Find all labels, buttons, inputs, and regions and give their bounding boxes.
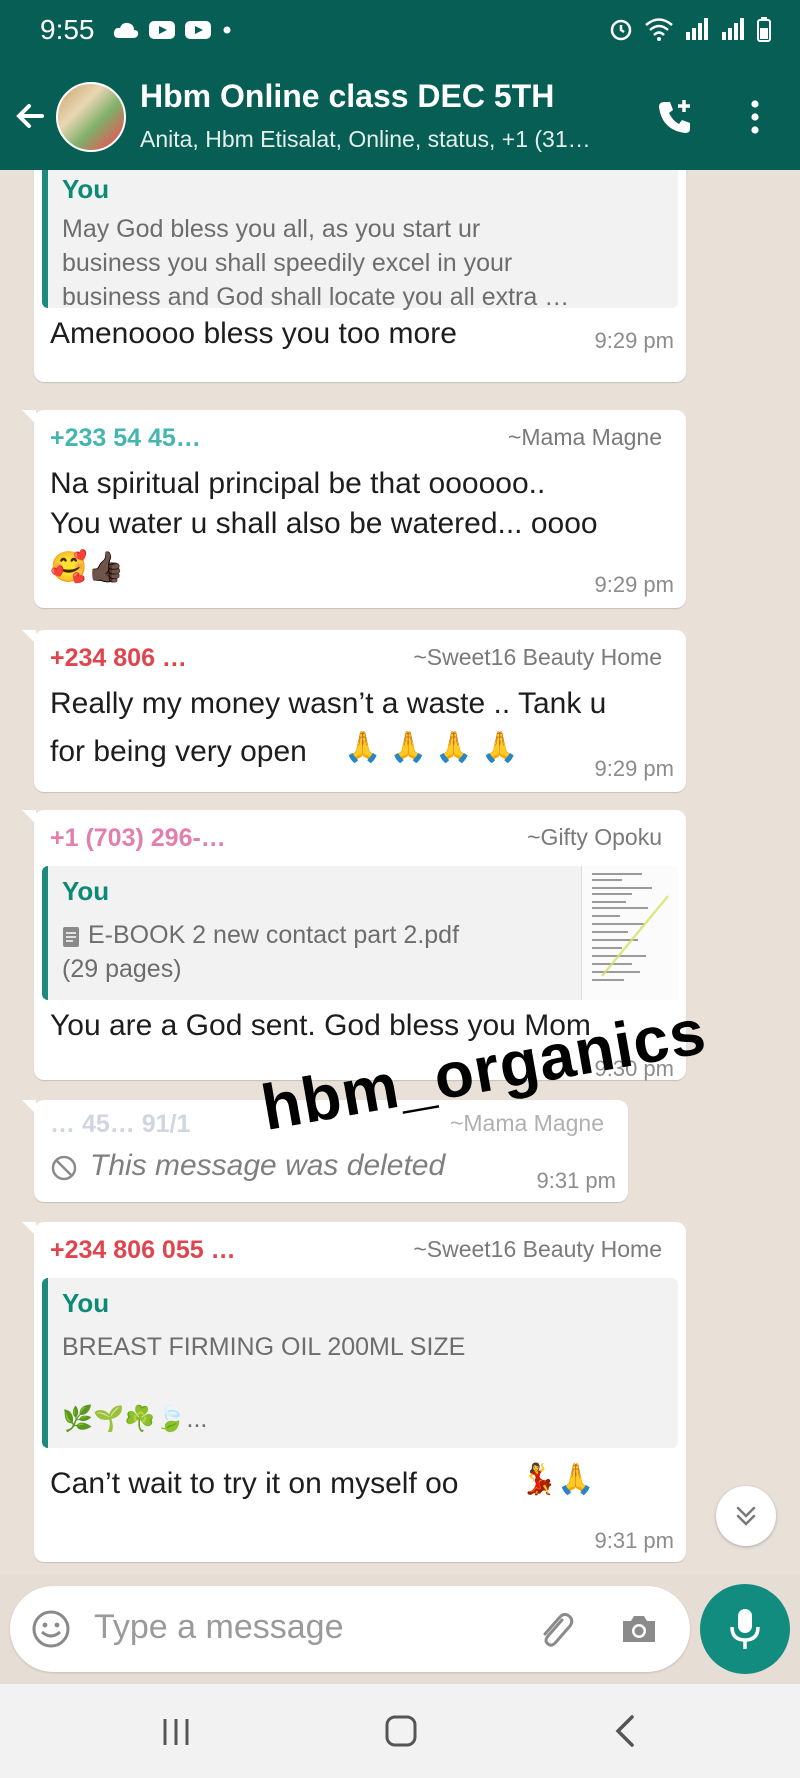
message-emojis: 🥰👍🏿 [50, 551, 125, 584]
message-bubble[interactable]: +234 806 055 … ~Sweet16 Beauty Home You … [22, 1222, 686, 1562]
message-text-line: You water u shall also be watered... ooo… [50, 507, 598, 540]
document-thumbnail [581, 866, 678, 1000]
back-arrow-icon[interactable] [12, 98, 48, 134]
camera-icon[interactable] [618, 1608, 660, 1650]
wifi-icon [645, 18, 673, 41]
dot-icon [223, 26, 231, 34]
document-icon [63, 927, 79, 947]
youtube-icon [149, 21, 175, 39]
emoji-icon[interactable] [30, 1608, 72, 1650]
quoted-file-name: E-BOOK 2 new contact part 2.pdf [88, 921, 460, 949]
add-call-icon[interactable] [654, 96, 696, 138]
sender-phone[interactable]: +233 54 45… [50, 424, 201, 453]
message-composer: Type a message [10, 1586, 690, 1672]
chat-members[interactable]: Anita, Hbm Etisalat, Online, status, +1 … [140, 126, 591, 153]
double-chevron-down-icon [736, 1506, 756, 1526]
more-options-icon[interactable] [748, 96, 762, 138]
quoted-text-line: May God bless you all, as you start ur [62, 215, 481, 243]
sender-alias: ~Sweet16 Beauty Home [413, 644, 662, 670]
message-text-line: for being very open [50, 735, 307, 768]
quoted-text-line: BREAST FIRMING OIL 200ML SIZE [62, 1333, 466, 1361]
attach-icon[interactable] [534, 1608, 576, 1650]
chat-title[interactable]: Hbm Online class DEC 5TH [140, 78, 554, 115]
message-text-line: Really my money wasn’t a waste .. Tank u [50, 687, 607, 720]
status-notification-icons [112, 18, 234, 42]
quoted-message[interactable]: You May God bless you all, as you start … [42, 170, 678, 311]
back-nav-icon[interactable] [612, 1714, 638, 1748]
voice-message-button[interactable] [700, 1584, 790, 1674]
quoted-message[interactable]: You E-BOOK 2 new contact part 2.pdf (29 … [42, 866, 678, 1000]
deleted-icon [51, 1155, 77, 1181]
message-time: 9:29 pm [594, 328, 675, 353]
system-navigation-bar [0, 1684, 800, 1778]
message-bubble[interactable]: You May God bless you all, as you start … [34, 170, 686, 382]
sender-alias: ~Mama Magne [449, 1110, 604, 1136]
status-system-icons [608, 16, 772, 42]
microphone-icon [730, 1609, 760, 1649]
quoted-sender: You [62, 1288, 110, 1318]
quoted-text-line: business you shall speedily excel in you… [62, 249, 513, 277]
message-text-line: Na spiritual principal be that oooooo.. [50, 467, 546, 500]
chat-header: Hbm Online class DEC 5TH Anita, Hbm Etis… [0, 62, 800, 170]
cloud-icon [113, 22, 139, 38]
status-bar: 9:55 [0, 0, 800, 62]
message-time: 9:29 pm [594, 572, 675, 597]
sender-alias: ~Mama Magne [507, 424, 662, 450]
message-bubble[interactable]: +234 806 … ~Sweet16 Beauty Home Really m… [22, 630, 686, 792]
message-time: 9:29 pm [594, 756, 675, 781]
message-emojis: 🙏 🙏 🙏 🙏 [344, 731, 519, 764]
message-time: 9:31 pm [594, 1528, 675, 1553]
status-time: 9:55 [40, 14, 95, 45]
sender-phone[interactable]: +1 (703) 296-… [50, 824, 226, 853]
quoted-text-line: business and God shall locate you all ex… [62, 283, 570, 311]
quoted-sender: You [62, 174, 110, 204]
quoted-emojis: 🌿🌱☘️🍃... [62, 1405, 208, 1433]
scroll-to-bottom-button[interactable] [716, 1486, 776, 1546]
home-icon[interactable] [384, 1714, 418, 1748]
alarm-icon [610, 19, 632, 41]
message-emojis: 💃🙏 [520, 1463, 595, 1496]
youtube-icon [185, 21, 211, 39]
sender-alias: ~Gifty Opoku [527, 824, 662, 850]
quoted-message[interactable]: You BREAST FIRMING OIL 200ML SIZE 🌿🌱☘️🍃.… [42, 1278, 678, 1448]
battery-icon [757, 17, 771, 42]
message-text: Amenoooo bless you too more [50, 317, 457, 350]
sender-phone[interactable]: +234 806 … [50, 644, 187, 673]
sender-phone[interactable]: … 45… 91/1 [50, 1110, 190, 1139]
quoted-sender: You [62, 876, 110, 906]
message-bubble[interactable]: +233 54 45… ~Mama Magne Na spiritual pri… [22, 410, 686, 608]
deleted-message-text: This message was deleted [90, 1149, 446, 1182]
message-time: 9:31 pm [536, 1168, 617, 1193]
sender-phone[interactable]: +234 806 055 … [50, 1236, 236, 1265]
signal-icon [686, 18, 708, 40]
message-text: Can’t wait to try it on myself oo [50, 1467, 459, 1500]
sender-alias: ~Sweet16 Beauty Home [413, 1236, 662, 1262]
message-input[interactable]: Type a message [94, 1608, 343, 1647]
recent-apps-icon[interactable] [160, 1716, 192, 1748]
message-list[interactable]: You May God bless you all, as you start … [0, 170, 800, 1575]
signal-icon [722, 18, 744, 40]
quoted-file-pages: (29 pages) [62, 955, 182, 983]
group-avatar[interactable] [56, 82, 126, 152]
